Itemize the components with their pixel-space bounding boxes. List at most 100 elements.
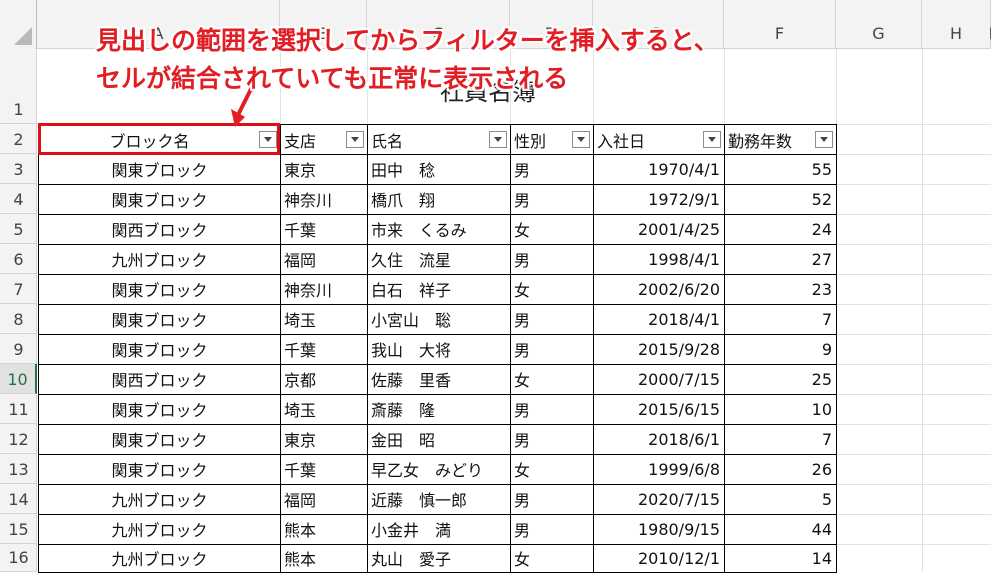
table-cell[interactable]: 東京 (280, 154, 368, 185)
table-cell[interactable]: 神奈川 (280, 184, 368, 215)
table-cell[interactable]: 男 (510, 424, 594, 455)
row-header-9[interactable]: 9 (0, 334, 37, 364)
column-header-g[interactable]: G (836, 0, 922, 49)
row-header-12[interactable]: 12 (0, 424, 37, 454)
table-cell[interactable]: 千葉 (280, 214, 368, 245)
table-cell[interactable]: 女 (510, 274, 594, 305)
table-cell[interactable]: 埼玉 (280, 394, 368, 425)
table-cell[interactable]: 久住 流星 (367, 244, 511, 275)
table-cell[interactable]: 熊本 (280, 544, 368, 573)
filter-dropdown-icon[interactable] (572, 131, 590, 148)
header-cell[interactable]: 性別 (510, 124, 594, 155)
table-cell[interactable]: 白石 祥子 (367, 274, 511, 305)
row-header-2[interactable]: 2 (0, 124, 37, 154)
table-cell[interactable]: 2002/6/20 (593, 274, 725, 305)
table-cell[interactable]: 男 (510, 484, 594, 515)
table-cell[interactable]: 女 (510, 214, 594, 245)
header-cell[interactable]: 入社日 (593, 124, 725, 155)
table-cell[interactable]: 1972/9/1 (593, 184, 725, 215)
table-cell[interactable]: 小宮山 聡 (367, 304, 511, 335)
filter-dropdown-icon[interactable] (815, 131, 833, 148)
table-cell[interactable]: 25 (724, 364, 837, 395)
table-cell[interactable]: 関西ブロック (38, 364, 281, 395)
table-cell[interactable]: 23 (724, 274, 837, 305)
filter-dropdown-icon[interactable] (703, 131, 721, 148)
table-cell[interactable]: 14 (724, 544, 837, 573)
table-cell[interactable]: 55 (724, 154, 837, 185)
table-cell[interactable]: 神奈川 (280, 274, 368, 305)
table-cell[interactable]: 2010/12/1 (593, 544, 725, 573)
row-header-1[interactable]: 1 (0, 49, 37, 124)
table-cell[interactable]: 男 (510, 184, 594, 215)
table-cell[interactable]: 丸山 愛子 (367, 544, 511, 573)
table-cell[interactable]: 2015/6/15 (593, 394, 725, 425)
table-cell[interactable]: 九州ブロック (38, 514, 281, 545)
table-cell[interactable]: 九州ブロック (38, 244, 281, 275)
table-cell[interactable]: 関東ブロック (38, 184, 281, 215)
table-cell[interactable]: 金田 昭 (367, 424, 511, 455)
table-cell[interactable]: 男 (510, 334, 594, 365)
table-cell[interactable]: 7 (724, 304, 837, 335)
filter-dropdown-icon[interactable] (346, 131, 364, 148)
table-cell[interactable]: 5 (724, 484, 837, 515)
table-cell[interactable]: 男 (510, 514, 594, 545)
table-cell[interactable]: 関東ブロック (38, 454, 281, 485)
table-cell[interactable]: 関東ブロック (38, 274, 281, 305)
table-cell[interactable]: 関西ブロック (38, 214, 281, 245)
table-cell[interactable]: 千葉 (280, 454, 368, 485)
filter-dropdown-icon[interactable] (489, 131, 507, 148)
row-header-4[interactable]: 4 (0, 184, 37, 214)
column-header-h[interactable]: H (922, 0, 991, 49)
table-cell[interactable]: 2001/4/25 (593, 214, 725, 245)
table-cell[interactable]: 田中 稔 (367, 154, 511, 185)
table-cell[interactable]: 福岡 (280, 244, 368, 275)
table-cell[interactable]: 熊本 (280, 514, 368, 545)
row-header-14[interactable]: 14 (0, 484, 37, 514)
table-cell[interactable]: 2018/6/1 (593, 424, 725, 455)
table-cell[interactable]: 関東ブロック (38, 394, 281, 425)
table-cell[interactable]: 24 (724, 214, 837, 245)
table-cell[interactable]: 関東ブロック (38, 334, 281, 365)
table-cell[interactable]: 我山 大将 (367, 334, 511, 365)
table-cell[interactable]: 44 (724, 514, 837, 545)
header-cell[interactable]: 氏名 (367, 124, 511, 155)
table-cell[interactable]: 斎藤 隆 (367, 394, 511, 425)
table-cell[interactable]: 女 (510, 454, 594, 485)
row-header-10[interactable]: 10 (0, 364, 37, 394)
row-header-6[interactable]: 6 (0, 244, 37, 274)
table-cell[interactable]: 26 (724, 454, 837, 485)
table-cell[interactable]: 近藤 慎一郎 (367, 484, 511, 515)
table-cell[interactable]: 27 (724, 244, 837, 275)
table-cell[interactable]: 男 (510, 394, 594, 425)
table-cell[interactable]: 女 (510, 364, 594, 395)
table-cell[interactable]: 2000/7/15 (593, 364, 725, 395)
table-cell[interactable]: 2018/4/1 (593, 304, 725, 335)
table-cell[interactable]: 福岡 (280, 484, 368, 515)
select-all-corner[interactable] (0, 0, 37, 49)
table-cell[interactable]: 関東ブロック (38, 304, 281, 335)
table-cell[interactable]: 東京 (280, 424, 368, 455)
header-cell[interactable]: 支店 (280, 124, 368, 155)
row-header-3[interactable]: 3 (0, 154, 37, 184)
table-cell[interactable]: 橋爪 翔 (367, 184, 511, 215)
table-cell[interactable]: 九州ブロック (38, 544, 281, 573)
column-header-f[interactable]: F (724, 0, 836, 49)
table-cell[interactable]: 2015/9/28 (593, 334, 725, 365)
table-cell[interactable]: 9 (724, 334, 837, 365)
table-cell[interactable]: 関東ブロック (38, 154, 281, 185)
table-cell[interactable]: 九州ブロック (38, 484, 281, 515)
table-cell[interactable]: 52 (724, 184, 837, 215)
row-header-11[interactable]: 11 (0, 394, 37, 424)
table-cell[interactable]: 男 (510, 244, 594, 275)
table-cell[interactable]: 佐藤 里香 (367, 364, 511, 395)
row-header-8[interactable]: 8 (0, 304, 37, 334)
table-cell[interactable]: 1999/6/8 (593, 454, 725, 485)
table-cell[interactable]: 7 (724, 424, 837, 455)
row-header-7[interactable]: 7 (0, 274, 37, 304)
row-header-16[interactable]: 16 (0, 544, 37, 572)
table-cell[interactable]: 1998/4/1 (593, 244, 725, 275)
table-cell[interactable]: 小金井 満 (367, 514, 511, 545)
table-cell[interactable]: 早乙女 みどり (367, 454, 511, 485)
table-cell[interactable]: 市来 くるみ (367, 214, 511, 245)
table-cell[interactable]: 2020/7/15 (593, 484, 725, 515)
